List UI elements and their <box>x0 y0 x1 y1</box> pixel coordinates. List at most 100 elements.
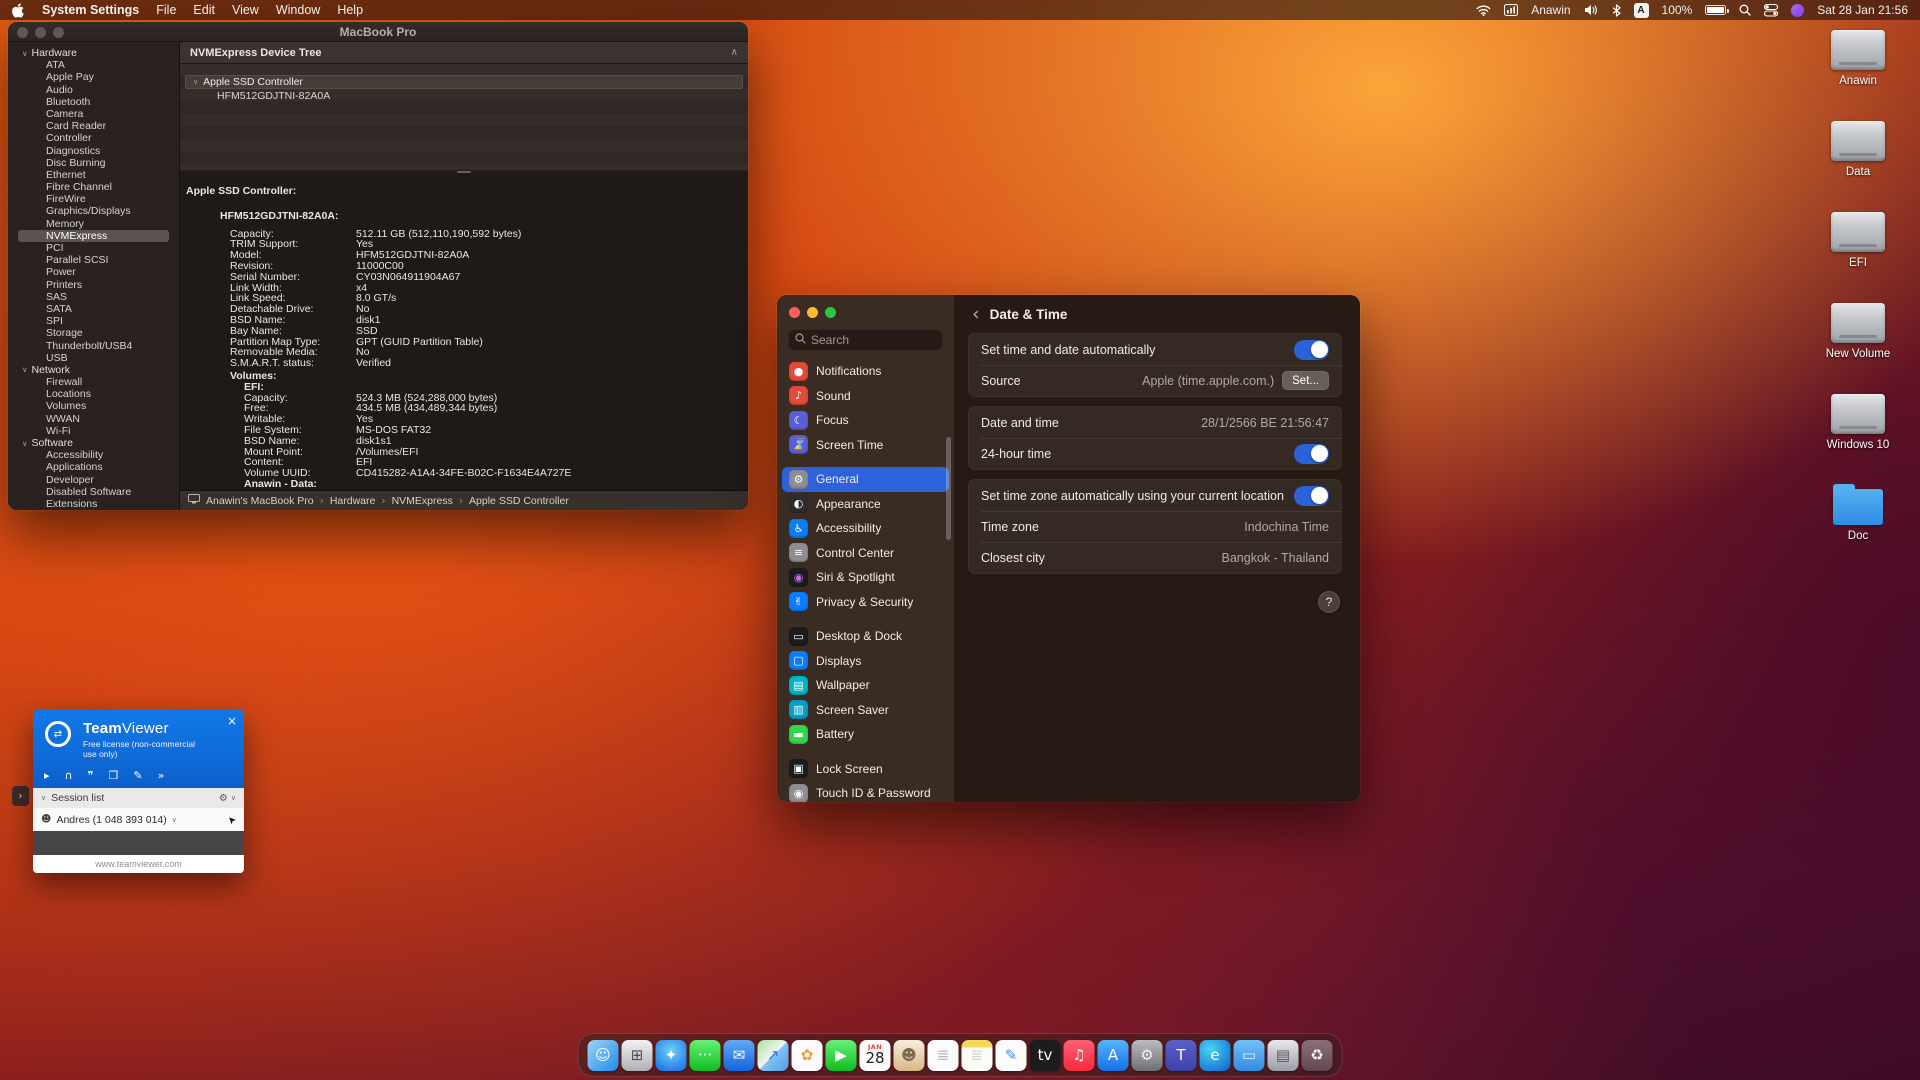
settings-sidebar-item[interactable]: ◐ Appearance <box>782 492 949 517</box>
maps-dock-icon[interactable]: ↗ <box>758 1040 789 1071</box>
freeform-dock-icon[interactable]: ✎ <box>996 1040 1027 1071</box>
sidebar-item[interactable]: Developer <box>18 474 169 486</box>
sidebar-item[interactable]: Apple Pay <box>18 71 169 83</box>
annotate-icon[interactable]: ✎ <box>133 769 142 782</box>
sidebar-item[interactable]: Locations <box>18 388 169 400</box>
settings-sidebar-item[interactable]: ◉ Siri & Spotlight <box>782 565 949 590</box>
session-list-header[interactable]: ∨ Session list ⚙ ∨ <box>33 788 244 808</box>
music-dock-icon[interactable]: ♫ <box>1064 1040 1095 1071</box>
help-button[interactable]: ? <box>1318 591 1340 613</box>
sidebar-item[interactable]: Printers <box>18 279 169 291</box>
sidebar-item[interactable]: WWAN <box>18 413 169 425</box>
menu-item[interactable]: Edit <box>193 3 215 17</box>
menu-item[interactable]: View <box>232 3 259 17</box>
video-icon[interactable]: ▸ <box>44 769 50 782</box>
menu-username[interactable]: Anawin <box>1531 3 1570 17</box>
sidebar-section-software[interactable]: ∨ Software <box>8 437 179 449</box>
system-information-titlebar[interactable]: MacBook Pro <box>8 22 748 42</box>
sidebar-item[interactable]: Diagnostics <box>18 145 169 157</box>
settings-sidebar-item[interactable]: ☾ Focus <box>782 408 949 433</box>
sidebar-item[interactable]: Memory <box>18 218 169 230</box>
tz-auto-toggle[interactable] <box>1294 486 1329 506</box>
set-time-auto-toggle[interactable] <box>1294 340 1329 360</box>
sidebar-item[interactable]: NVMExpress <box>18 230 169 242</box>
tree-row-ssd-controller[interactable]: ∨ Apple SSD Controller <box>185 75 743 89</box>
settings-search-field[interactable] <box>788 329 943 351</box>
status-app-icon[interactable] <box>1791 4 1804 17</box>
finder-dock-icon[interactable]: ☺ <box>588 1040 619 1071</box>
utility-dock-icon[interactable]: ▤ <box>1268 1040 1299 1071</box>
settings-sidebar-item[interactable]: ● Notifications <box>782 359 949 384</box>
gear-icon[interactable]: ⚙ <box>219 793 228 804</box>
chevron-up-icon[interactable]: ∧ <box>731 47 738 58</box>
mail-dock-icon[interactable]: ✉ <box>724 1040 755 1071</box>
desktop-icon[interactable]: Anawin <box>1810 30 1906 107</box>
desktop-icon[interactable]: EFI <box>1810 212 1906 289</box>
tv-dock-icon[interactable]: tv <box>1030 1040 1061 1071</box>
bluetooth-icon[interactable] <box>1612 4 1621 17</box>
sidebar-item[interactable]: Thunderbolt/USB4 <box>18 340 169 352</box>
settings-sidebar-item[interactable]: ♪ Sound <box>782 384 949 409</box>
battery-icon[interactable] <box>1705 5 1726 15</box>
audio-icon[interactable]: ∩ <box>65 769 73 782</box>
calendar-dock-icon[interactable]: JAN 28 <box>860 1040 891 1071</box>
breadcrumb-item[interactable]: Hardware <box>314 495 376 507</box>
remote-folder-dock-icon[interactable]: ▭ <box>1234 1040 1265 1071</box>
sidebar-item[interactable]: PCI <box>18 242 169 254</box>
stats-menu-icon[interactable] <box>1504 4 1518 16</box>
sidebar-item[interactable]: Ethernet <box>18 169 169 181</box>
sidebar-item[interactable]: SATA <box>18 303 169 315</box>
settings-sidebar-item[interactable]: ▬ Battery <box>782 722 949 747</box>
desktop-icon[interactable]: Windows 10 <box>1810 394 1906 471</box>
contacts-dock-icon[interactable]: ☻ <box>894 1040 925 1071</box>
close-icon[interactable]: × <box>227 714 237 728</box>
minimize-button[interactable] <box>807 307 818 318</box>
breadcrumb-item[interactable]: Anawin's MacBook Pro <box>206 495 314 507</box>
chat-icon[interactable]: ❞ <box>88 769 94 782</box>
sidebar-item[interactable]: ATA <box>18 59 169 71</box>
settings-sidebar-item[interactable]: ⌛ Screen Time <box>782 433 949 458</box>
sidebar-item[interactable]: Graphics/Displays <box>18 205 169 217</box>
messages-dock-icon[interactable]: ··· <box>690 1040 721 1071</box>
close-button[interactable] <box>17 27 28 38</box>
settings-sidebar-item[interactable]: ▤ Wallpaper <box>782 673 949 698</box>
breadcrumb-item[interactable]: NVMExpress <box>375 495 452 507</box>
safari-dock-icon[interactable]: ✦ <box>656 1040 687 1071</box>
file-transfer-icon[interactable]: ❐ <box>109 769 119 782</box>
sidebar-item[interactable]: SPI <box>18 315 169 327</box>
spotlight-search-icon[interactable] <box>1739 4 1751 16</box>
sidebar-item[interactable]: Bluetooth <box>18 96 169 108</box>
set-source-button[interactable]: Set... <box>1282 371 1329 390</box>
menu-item[interactable]: File <box>156 3 176 17</box>
menu-item[interactable]: Window <box>276 3 320 17</box>
sidebar-item[interactable]: Wi-Fi <box>18 425 169 437</box>
sidebar-item[interactable]: Accessibility <box>18 449 169 461</box>
settings-sidebar-item[interactable]: ▭ Desktop & Dock <box>782 624 949 649</box>
volume-icon[interactable] <box>1584 4 1599 16</box>
settings-sidebar-item[interactable]: ✌ Privacy & Security <box>782 590 949 615</box>
apple-menu-icon[interactable] <box>12 3 25 18</box>
session-list-item[interactable]: ☻ Andres (1 048 393 014) ∨ ➤ <box>33 808 244 831</box>
device-tree-header[interactable]: NVMExpress Device Tree ∧ <box>180 42 748 64</box>
settings-sidebar-item[interactable]: ▢ Displays <box>782 649 949 674</box>
sidebar-scrollbar[interactable] <box>946 437 951 540</box>
sidebar-section-network[interactable]: ∨ Network <box>8 364 179 376</box>
menu-clock[interactable]: Sat 28 Jan 21:56 <box>1817 3 1908 17</box>
control-center-icon[interactable] <box>1764 4 1778 17</box>
launchpad-dock-icon[interactable]: ⊞ <box>622 1040 653 1071</box>
minimize-button[interactable] <box>35 27 46 38</box>
splitter-handle[interactable] <box>180 170 748 173</box>
sidebar-item[interactable]: Storage <box>18 327 169 339</box>
disclosure-triangle-icon[interactable]: ∨ <box>193 78 198 86</box>
settings-sidebar-item[interactable]: ≡ Control Center <box>782 541 949 566</box>
notes-dock-icon[interactable]: ≣ <box>962 1040 993 1071</box>
teams-dock-icon[interactable]: T <box>1166 1040 1197 1071</box>
teamviewer-side-tab[interactable]: › <box>12 786 29 806</box>
desktop-icon[interactable]: New Volume <box>1810 303 1906 380</box>
chevron-down-icon[interactable]: ∨ <box>231 794 236 802</box>
teamviewer-website-link[interactable]: www.teamviewer.com <box>33 855 244 873</box>
app-store-dock-icon[interactable]: A <box>1098 1040 1129 1071</box>
sidebar-item[interactable]: Controller <box>18 132 169 144</box>
sidebar-item[interactable]: SAS <box>18 291 169 303</box>
more-icon[interactable]: » <box>158 769 165 782</box>
